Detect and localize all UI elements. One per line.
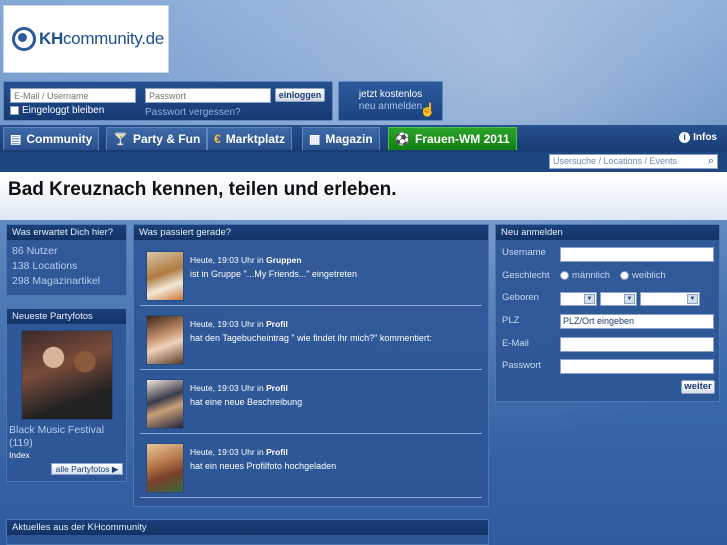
partyfotos-panel-title: Neueste Partyfotos xyxy=(7,309,126,324)
female-radio[interactable] xyxy=(620,270,629,280)
remember-label: Eingeloggt bleiben xyxy=(22,105,105,116)
feed-avatar[interactable] xyxy=(146,443,184,493)
feed-text: hat den Tagebucheintrag " wie findet ihr… xyxy=(190,333,432,343)
email-label: E-Mail xyxy=(502,338,529,349)
euro-icon: € xyxy=(214,132,221,146)
feed-panel: Was passiert gerade? Heute, 19:03 Uhr in… xyxy=(133,224,489,507)
chevron-down-icon: ▼ xyxy=(584,294,595,304)
search-icon[interactable]: ⌕ xyxy=(708,155,714,168)
tab-marktplatz[interactable]: € Marktplatz xyxy=(207,127,293,150)
party-index-link[interactable]: Index xyxy=(7,450,126,460)
party-photo[interactable] xyxy=(20,330,113,420)
party-event-title[interactable]: Black Music Festival (119) xyxy=(7,420,126,450)
arrow-right-icon: ▶ xyxy=(111,464,119,474)
chevron-down-icon: ▼ xyxy=(687,294,698,304)
stat-users[interactable]: 86 Nutzer xyxy=(12,244,121,259)
main-nav: ▤ Community 🍸 Party & Fun € Marktplatz ▦ Mag… xyxy=(0,125,727,152)
forgot-password-link[interactable]: Passwort vergessen? xyxy=(145,107,241,118)
partyfotos-panel: Neueste Partyfotos Black Music Festival(… xyxy=(6,308,127,482)
news-panel-title: Aktuelles aus der KHcommunity xyxy=(7,520,488,535)
birth-label: Geboren xyxy=(502,292,539,303)
register-panel-title: Neu anmelden xyxy=(496,225,719,240)
register-button[interactable]: jetzt kostenlos neu anmelden ☝ xyxy=(338,81,443,121)
feed-panel-title: Was passiert gerade? xyxy=(134,225,488,240)
feed-meta: Heute, 19:03 Uhr in Profil xyxy=(190,383,288,393)
tab-community[interactable]: ▤ Community xyxy=(3,127,100,150)
all-partyfotos-button[interactable]: alle Partyfotos ▶ xyxy=(51,463,123,475)
site-logo[interactable]: KHcommunity.de xyxy=(3,5,169,73)
news-panel: Aktuelles aus der KHcommunity xyxy=(6,519,489,545)
birth-month-select[interactable]: ▼ xyxy=(600,292,637,306)
birth-year-select[interactable]: ▼ xyxy=(640,292,700,306)
password-field[interactable] xyxy=(145,88,271,103)
register-username-field[interactable] xyxy=(560,247,714,262)
feed-meta: Heute, 19:03 Uhr in Gruppen xyxy=(190,255,302,265)
expect-panel: Was erwartet Dich hier? 86 Nutzer 138 Lo… xyxy=(6,224,127,296)
feed-category-link[interactable]: Gruppen xyxy=(266,255,301,265)
chevron-down-icon: ▼ xyxy=(624,294,635,304)
register-password-field[interactable] xyxy=(560,359,714,374)
newspaper-icon: ▦ xyxy=(309,132,321,146)
tab-party-fun[interactable]: 🍸 Party & Fun xyxy=(106,127,208,150)
soccer-ball-icon: ⚽ xyxy=(395,132,410,146)
gender-female-option[interactable]: weiblich xyxy=(620,270,666,281)
remember-checkbox[interactable] xyxy=(10,106,19,115)
feed-text: ist in Gruppe "...My Friends..." eingetr… xyxy=(190,269,357,279)
register-email-field[interactable] xyxy=(560,337,714,352)
feed-avatar[interactable] xyxy=(146,315,184,365)
page-title: Bad Kreuznach kennen, teilen und erleben… xyxy=(0,172,727,220)
feed-text: hat ein neues Profilfoto hochgeladen xyxy=(190,461,337,471)
feed-category-link[interactable]: Profil xyxy=(266,319,288,329)
stat-articles[interactable]: 298 Magazinartikel xyxy=(12,274,121,289)
login-button[interactable]: einloggen xyxy=(275,88,325,102)
plz-field[interactable]: PLZ/Ort eingeben xyxy=(560,314,714,329)
feed-category-link[interactable]: Profil xyxy=(266,447,288,457)
feed-category-link[interactable]: Profil xyxy=(266,383,288,393)
username-label: Username xyxy=(502,247,546,258)
sub-bar: Usersuche / Locations / Events ⌕ xyxy=(0,152,727,172)
info-icon: i xyxy=(679,132,691,143)
plz-label: PLZ xyxy=(502,315,520,326)
feed-item[interactable]: Heute, 19:03 Uhr in Profil hat ein neues… xyxy=(140,434,482,498)
stat-locations[interactable]: 138 Locations xyxy=(12,259,121,274)
infos-link[interactable]: i Infos xyxy=(679,132,717,143)
logo-text: KHcommunity.de xyxy=(39,29,164,48)
tab-frauen-wm[interactable]: ⚽ Frauen-WM 2011 xyxy=(388,127,517,150)
male-radio[interactable] xyxy=(560,270,569,280)
feed-avatar[interactable] xyxy=(146,251,184,301)
weiter-button[interactable]: weiter xyxy=(681,380,715,394)
register-panel: Neu anmelden Username Geschlecht männlic… xyxy=(495,224,720,402)
remember-me[interactable]: Eingeloggt bleiben xyxy=(10,105,104,116)
feed-item[interactable]: Heute, 19:03 Uhr in Profil hat eine neue… xyxy=(140,370,482,434)
birth-date-selects: ▼ ▼ ▼ xyxy=(560,292,715,306)
gender-label: Geschlecht xyxy=(502,270,550,281)
search-input[interactable]: Usersuche / Locations / Events ⌕ xyxy=(549,154,718,169)
logo-icon xyxy=(12,27,36,51)
gender-male-option[interactable]: männlich xyxy=(560,270,610,281)
birth-day-select[interactable]: ▼ xyxy=(560,292,597,306)
login-bar: einloggen Eingeloggt bleiben Passwort ve… xyxy=(3,81,333,121)
register-line1: jetzt kostenlos xyxy=(358,89,423,100)
hand-cursor-icon: ☝ xyxy=(419,102,436,117)
password-label: Passwort xyxy=(502,360,542,371)
feed-item[interactable]: Heute, 19:03 Uhr in Gruppen ist in Grupp… xyxy=(140,242,482,306)
tab-magazin[interactable]: ▦ Magazin xyxy=(302,127,380,150)
cocktail-icon: 🍸 xyxy=(113,132,128,146)
feed-meta: Heute, 19:03 Uhr in Profil xyxy=(190,319,288,329)
chat-icon: ▤ xyxy=(10,132,22,146)
feed-text: hat eine neue Beschreibung xyxy=(190,397,303,407)
email-username-field[interactable] xyxy=(10,88,136,103)
expect-panel-title: Was erwartet Dich hier? xyxy=(7,225,126,240)
feed-avatar[interactable] xyxy=(146,379,184,429)
feed-meta: Heute, 19:03 Uhr in Profil xyxy=(190,447,288,457)
feed-item[interactable]: Heute, 19:03 Uhr in Profil hat den Tageb… xyxy=(140,306,482,370)
